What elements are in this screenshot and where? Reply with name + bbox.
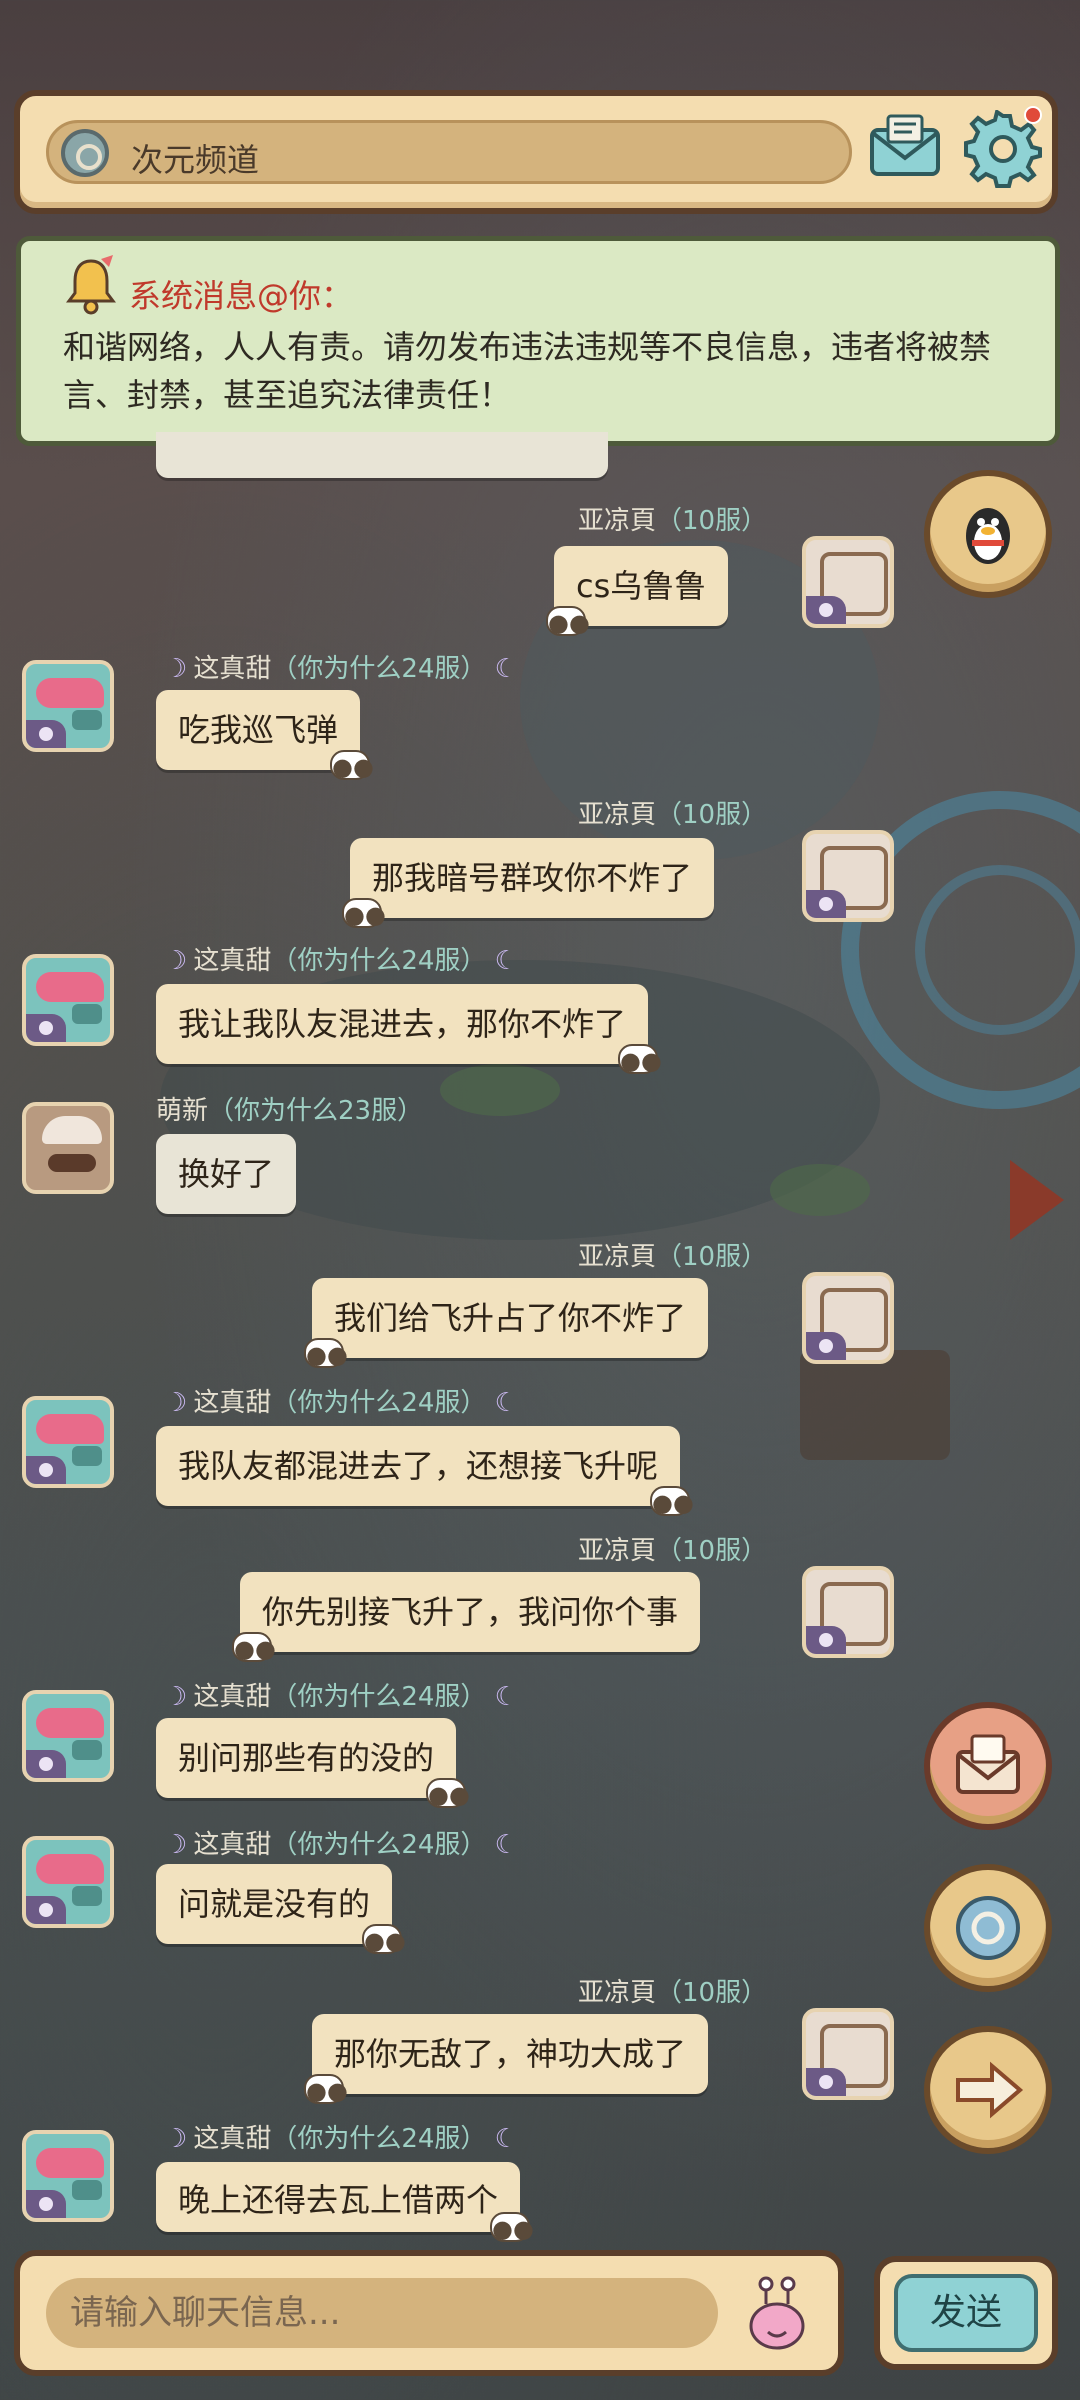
snail-emoji-icon[interactable] (740, 2274, 814, 2354)
moon-icon: ☾ (486, 1388, 518, 1418)
avatar[interactable] (22, 1836, 114, 1928)
speech-icon: ●● (232, 1632, 276, 1663)
speech-icon: ●● (650, 1486, 694, 1517)
speech-icon: ●● (304, 2074, 348, 2105)
message-bubble[interactable]: 你先别接飞升了，我问你个事 ●● (232, 1572, 701, 1663)
moon-icon: ☽ (164, 1830, 188, 1860)
next-side-button[interactable] (924, 2026, 1052, 2154)
eye-icon (26, 1456, 66, 1484)
mail-side-button[interactable] (924, 1702, 1052, 1830)
message-username: ☽ 这真甜（你为什么24服） ☾ (164, 654, 518, 684)
avatar[interactable] (22, 660, 114, 752)
speech-icon: ●● (618, 1044, 662, 1075)
avatar[interactable] (802, 830, 894, 922)
speech-icon: ●● (362, 1924, 406, 1955)
speech-icon: ●● (546, 606, 590, 637)
speech-icon: ●● (426, 1778, 470, 1809)
message-bubble[interactable]: 换好了 (156, 1134, 297, 1214)
channel-name: 次元频道 (131, 141, 260, 179)
moon-icon: ☽ (164, 654, 188, 684)
moon-icon: ☾ (486, 2124, 518, 2154)
moon-icon: ☾ (486, 654, 518, 684)
avatar[interactable] (22, 1102, 114, 1194)
portal-icon (61, 129, 109, 177)
eye-icon (26, 1896, 66, 1924)
arrow-right-icon[interactable] (1010, 1160, 1064, 1240)
eye-icon (26, 1750, 66, 1778)
eye-icon (806, 1626, 846, 1654)
avatar[interactable] (802, 2008, 894, 2100)
message-bubble[interactable]: 问就是没有的 ●● (156, 1864, 406, 1955)
mail-icon (948, 1726, 1028, 1806)
message-username: ☽ 这真甜（你为什么24服） ☾ (164, 1388, 518, 1418)
speech-icon: ●● (330, 750, 374, 781)
portal-side-button[interactable] (924, 1864, 1052, 1992)
portal-icon (948, 1888, 1028, 1968)
message-bubble[interactable]: cs乌鲁鲁 ●● (546, 546, 729, 637)
send-button[interactable]: 发送 (894, 2274, 1038, 2352)
avatar[interactable] (22, 1396, 114, 1488)
eye-icon (26, 720, 66, 748)
channel-header: 次元频道 (14, 90, 1058, 214)
eye-icon (806, 1332, 846, 1360)
avatar[interactable] (802, 1272, 894, 1364)
arrow-right-icon (948, 2050, 1028, 2130)
message-username: 亚凉頁（10服） (578, 506, 768, 536)
speech-icon: ●● (304, 1338, 348, 1369)
moon-icon: ☽ (164, 946, 188, 976)
message-username: ☽ 这真甜（你为什么24服） ☾ (164, 1830, 518, 1860)
moon-icon: ☽ (164, 2124, 188, 2154)
eye-icon (26, 2190, 66, 2218)
avatar[interactable] (22, 1690, 114, 1782)
moon-icon: ☾ (486, 946, 518, 976)
speech-icon: ●● (490, 2212, 534, 2243)
message-username: 亚凉頁（10服） (578, 1242, 768, 1272)
message-bubble[interactable]: 吃我巡飞弹 ●● (156, 690, 374, 781)
message-username: ☽ 这真甜（你为什么24服） ☾ (164, 1682, 518, 1712)
partial-message-bubble (156, 432, 608, 478)
message-username: ☽ 这真甜（你为什么24服） ☾ (164, 946, 518, 976)
message-bubble[interactable]: 我让我队友混进去，那你不炸了 ●● (156, 984, 662, 1075)
avatar[interactable] (22, 954, 114, 1046)
moon-icon: ☾ (486, 1682, 518, 1712)
eye-icon (806, 596, 846, 624)
message-username: 亚凉頁（10服） (578, 1978, 768, 2008)
message-username: 亚凉頁（10服） (578, 800, 768, 830)
speech-icon: ●● (342, 898, 386, 929)
message-username: ☽ 这真甜（你为什么24服） ☾ (164, 2124, 518, 2154)
message-bubble[interactable]: 别问那些有的没的 ●● (156, 1718, 470, 1809)
chat-input[interactable] (46, 2278, 718, 2348)
moon-icon: ☽ (164, 1682, 188, 1712)
moon-icon: ☽ (164, 1388, 188, 1418)
notice-title: 系统消息@你： (129, 277, 354, 315)
message-bubble[interactable]: 我们给飞升占了你不炸了 ●● (304, 1278, 709, 1369)
message-bubble[interactable]: 晚上还得去瓦上借两个 ●● (156, 2162, 534, 2243)
eye-icon (26, 1014, 66, 1042)
chat-input-bar (14, 2250, 844, 2376)
qq-share-button[interactable] (924, 470, 1052, 598)
moon-icon: ☾ (486, 1830, 518, 1860)
message-bubble[interactable]: 那我暗号群攻你不炸了 ●● (342, 838, 715, 929)
notice-body: 和谐网络，人人有责。请勿发布违法违规等不良信息，违者将被禁言、封禁，甚至追究法律… (63, 328, 992, 414)
avatar[interactable] (802, 1566, 894, 1658)
eye-icon (806, 2068, 846, 2096)
notification-dot (1024, 106, 1042, 124)
bell-icon (61, 255, 121, 315)
message-username: 亚凉頁（10服） (578, 1536, 768, 1566)
eye-icon (806, 890, 846, 918)
system-notice: 系统消息@你： 和谐网络，人人有责。请勿发布违法违规等不良信息，违者将被禁言、封… (16, 236, 1060, 446)
mail-icon[interactable] (868, 114, 942, 180)
message-username: 萌新（你为什么23服） (156, 1096, 424, 1126)
message-bubble[interactable]: 那你无敌了，神功大成了 ●● (304, 2014, 709, 2105)
avatar[interactable] (22, 2130, 114, 2222)
message-bubble[interactable]: 我队友都混进去了，还想接飞升呢 ●● (156, 1426, 694, 1517)
channel-selector[interactable]: 次元频道 (46, 120, 852, 184)
avatar[interactable] (802, 536, 894, 628)
send-wrapper: 发送 (874, 2256, 1058, 2370)
qq-penguin-icon (948, 494, 1028, 574)
